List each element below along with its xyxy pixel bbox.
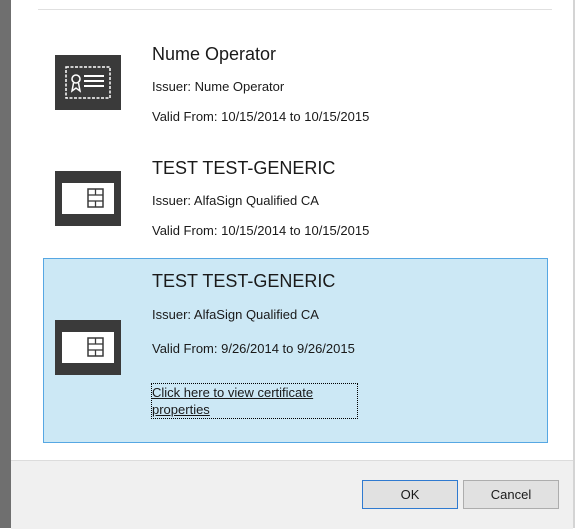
certificate-validity: Valid From: 9/26/2014 to 9/26/2015 xyxy=(152,341,355,356)
certificate-validity: Valid From: 10/15/2014 to 10/15/2015 xyxy=(152,223,370,238)
certificate-validity: Valid From: 10/15/2014 to 10/15/2015 xyxy=(152,109,370,124)
certificate-name: Nume Operator xyxy=(152,44,277,64)
certificate-badge-icon xyxy=(55,55,121,110)
certificate-item-3-selected[interactable]: TEST TEST-GENERIC Issuer: AlfaSign Quali… xyxy=(43,258,548,443)
certificate-item-2[interactable]: TEST TEST-GENERIC Issuer: AlfaSign Quali… xyxy=(43,150,548,253)
certificate-name: TEST TEST-GENERIC xyxy=(152,271,336,291)
certificate-name: TEST TEST-GENERIC xyxy=(152,158,336,178)
smart-card-icon xyxy=(55,320,121,375)
smart-card-icon xyxy=(55,171,121,226)
dialog-footer: OK Cancel xyxy=(11,460,573,529)
certificate-item-1[interactable]: Nume Operator Issuer: Nume Operator Vali… xyxy=(43,34,548,142)
certificate-issuer: Issuer: AlfaSign Qualified CA xyxy=(152,193,319,208)
cancel-button[interactable]: Cancel xyxy=(463,480,559,509)
certificate-list: Nume Operator Issuer: Nume Operator Vali… xyxy=(0,0,575,460)
view-certificate-properties-link[interactable]: Click here to view certificate propertie… xyxy=(151,383,358,419)
certificate-issuer: Issuer: Nume Operator xyxy=(152,79,285,94)
certificate-issuer: Issuer: AlfaSign Qualified CA xyxy=(152,307,319,322)
ok-button[interactable]: OK xyxy=(362,480,458,509)
